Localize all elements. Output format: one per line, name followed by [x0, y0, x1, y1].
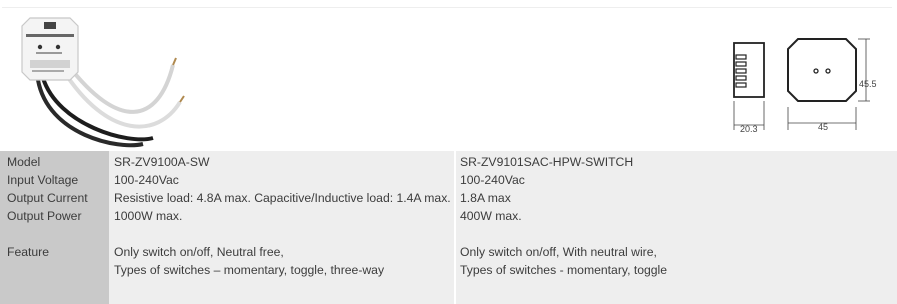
product-b-feature-line1: Only switch on/off, With neutral wire, [460, 245, 657, 259]
product-a-output-power: 1000W max. [114, 209, 183, 223]
product-a-feature-line2: Types of switches – momentary, toggle, t… [114, 263, 385, 277]
front-view [787, 38, 857, 102]
label-feature: Feature [7, 245, 50, 259]
side-view [733, 42, 765, 98]
white-wire-1 [66, 63, 175, 114]
product-a-model: SR-ZV9100A-SW [114, 155, 210, 169]
spec-table: Model Input Voltage Output Current Outpu… [0, 151, 897, 304]
product-b-output-power: 400W max. [460, 209, 522, 223]
product-a-feature-line1: Only switch on/off, Neutral free, [114, 245, 284, 259]
product-images-area: 20.3 45 45.5 [0, 0, 897, 151]
product-photo [21, 17, 185, 148]
length-dimension: 45 [818, 122, 828, 132]
label-output-current: Output Current [7, 191, 88, 205]
product-b-model: SR-ZV9101SAC-HPW-SWITCH [460, 155, 634, 169]
label-model: Model [7, 155, 41, 169]
width-dimension: 20.3 [740, 124, 758, 134]
label-input-voltage: Input Voltage [7, 173, 79, 187]
dimension-drawing: 20.3 45 45.5 [733, 38, 877, 134]
product-b-feature-line2: Types of switches - momentary, toggle [460, 263, 668, 277]
product-a-input-voltage: 100-240Vac [114, 173, 179, 187]
product-a-output-current: Resistive load: 4.8A max. Capacitive/Ind… [114, 191, 451, 205]
height-dimension: 45.5 [859, 79, 877, 89]
product-b-output-current: 1.8A max [460, 191, 511, 205]
label-output-power: Output Power [7, 209, 82, 223]
product-b-input-voltage: 100-240Vac [460, 173, 525, 187]
